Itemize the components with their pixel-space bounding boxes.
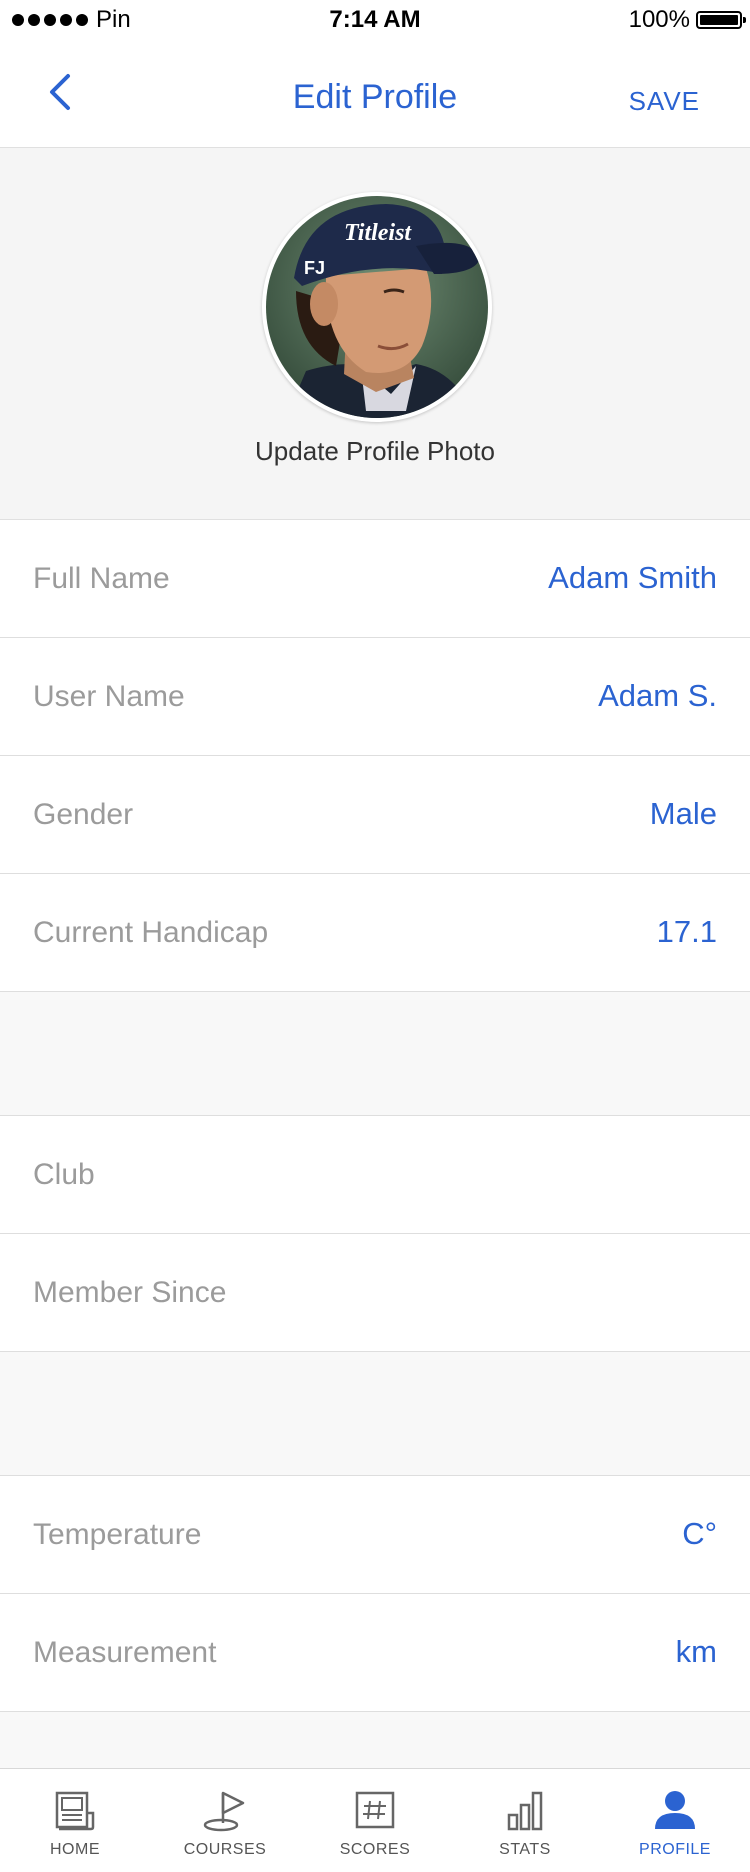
- member-since-row[interactable]: Member Since: [0, 1234, 750, 1352]
- field-label: Temperature: [33, 1518, 202, 1551]
- svg-text:FJ: FJ: [304, 258, 325, 278]
- current-handicap-value: 17.1: [656, 914, 717, 949]
- field-label: User Name: [33, 680, 185, 713]
- svg-text:Titleist: Titleist: [344, 220, 412, 246]
- tab-scores[interactable]: SCORES: [300, 1769, 450, 1872]
- tab-profile[interactable]: PROFILE: [600, 1769, 750, 1872]
- full-name-row[interactable]: Full Name Adam Smith: [0, 520, 750, 638]
- profile-photo-section: Titleist FJ Update Profile Photo: [0, 148, 750, 520]
- gender-row[interactable]: Gender Male: [0, 756, 750, 874]
- courses-icon: [203, 1791, 245, 1832]
- field-label: Gender: [33, 798, 134, 831]
- tab-bar: HOME COURSES SCORES STATS PROFILE: [0, 1768, 750, 1872]
- field-label: Full Name: [33, 562, 170, 595]
- tab-courses[interactable]: COURSES: [150, 1769, 300, 1872]
- save-button[interactable]: SAVE: [629, 86, 700, 117]
- user-name-value: Adam S.: [598, 678, 717, 713]
- user-name-row[interactable]: User Name Adam S.: [0, 638, 750, 756]
- measurement-value: km: [675, 1634, 717, 1669]
- current-handicap-row[interactable]: Current Handicap 17.1: [0, 874, 750, 992]
- battery-icon: [696, 11, 746, 29]
- scores-icon: [355, 1791, 395, 1829]
- tab-home[interactable]: HOME: [0, 1769, 150, 1872]
- section-divider: [0, 1352, 750, 1476]
- battery-percent: 100%: [628, 6, 690, 33]
- battery-info: 100%: [628, 6, 746, 34]
- club-row[interactable]: Club: [0, 1116, 750, 1234]
- temperature-value: C°: [682, 1516, 717, 1551]
- tab-stats-label: STATS: [499, 1841, 551, 1858]
- field-label: Club: [33, 1158, 95, 1191]
- temperature-row[interactable]: Temperature C°: [0, 1476, 750, 1594]
- avatar[interactable]: Titleist FJ: [262, 192, 492, 422]
- stats-icon: [507, 1791, 543, 1831]
- field-label: Current Handicap: [33, 916, 269, 949]
- tab-courses-label: COURSES: [183, 1841, 267, 1858]
- home-icon: [55, 1791, 95, 1831]
- tab-scores-label: SCORES: [339, 1841, 411, 1858]
- gender-value: Male: [649, 796, 717, 831]
- section-divider: [0, 992, 750, 1116]
- profile-photo: Titleist FJ: [266, 196, 488, 418]
- full-name-value: Adam Smith: [548, 560, 717, 595]
- navigation-bar: Edit Profile SAVE: [0, 40, 750, 148]
- field-label: Member Since: [33, 1276, 227, 1309]
- tab-home-label: HOME: [50, 1841, 100, 1858]
- profile-icon: [655, 1791, 695, 1829]
- measurement-row[interactable]: Measurement km: [0, 1594, 750, 1712]
- tab-profile-label: PROFILE: [639, 1841, 711, 1858]
- update-profile-photo-button[interactable]: Update Profile Photo: [0, 436, 750, 467]
- status-bar: Pin 7:14 AM 100%: [0, 0, 750, 40]
- tab-stats[interactable]: STATS: [450, 1769, 600, 1872]
- field-label: Measurement: [33, 1636, 217, 1669]
